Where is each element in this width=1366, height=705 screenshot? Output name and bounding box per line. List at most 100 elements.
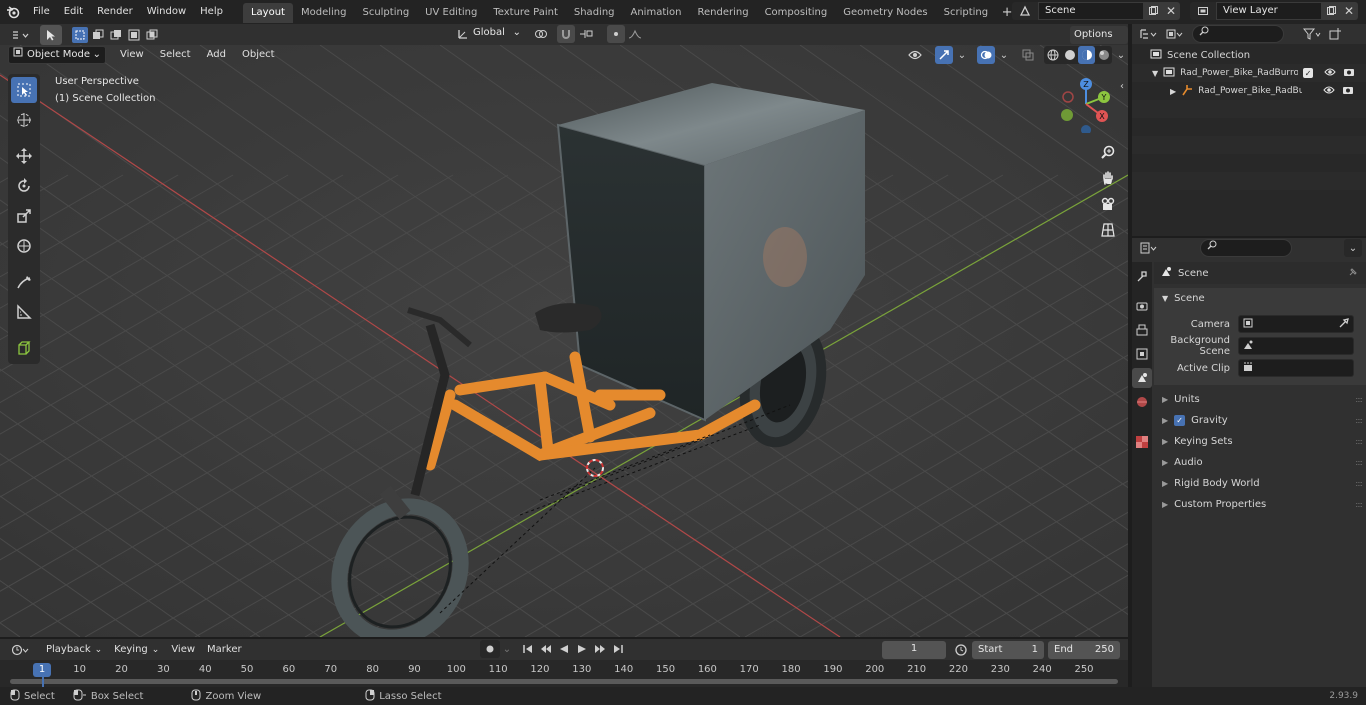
outliner-row-object[interactable]: ▶ Rad_Power_Bike_RadBu <box>1132 82 1366 100</box>
xray-toggle-icon[interactable] <box>1019 46 1037 64</box>
sidebar-toggle-icon[interactable]: ‹ <box>1117 79 1127 93</box>
scene-selector-icon[interactable] <box>1012 2 1038 20</box>
outliner-row-scene-collection[interactable]: Scene Collection <box>1132 46 1366 64</box>
eye-icon[interactable] <box>1324 68 1336 79</box>
viewport-menu-view[interactable]: View <box>112 45 152 65</box>
section-units[interactable]: ▶ Units:::: <box>1154 389 1366 410</box>
new-view-layer-icon[interactable] <box>1322 2 1340 20</box>
select-extend-icon[interactable] <box>90 27 106 43</box>
tab-layout[interactable]: Layout <box>242 3 293 23</box>
cursor-tool[interactable] <box>11 107 37 133</box>
section-rigid-body-world[interactable]: ▶ Rigid Body World:::: <box>1154 473 1366 494</box>
rendered-shading-icon[interactable] <box>1095 46 1112 64</box>
wireframe-shading-icon[interactable] <box>1044 46 1061 64</box>
prev-keyframe-icon[interactable] <box>538 640 554 658</box>
view-layer-icon[interactable] <box>1190 2 1216 20</box>
navigation-gizmo[interactable]: Z Y X <box>1058 75 1116 135</box>
jump-start-icon[interactable] <box>520 640 536 658</box>
select-intersect-icon[interactable] <box>144 27 160 43</box>
move-tool[interactable] <box>11 143 37 169</box>
add-cube-tool[interactable] <box>11 335 37 361</box>
preview-range-clock-icon[interactable] <box>952 641 970 659</box>
scene-name-field[interactable]: Scene <box>1038 2 1144 20</box>
expand-right-icon[interactable]: ▶ <box>1170 87 1176 96</box>
3d-viewport[interactable]: User Perspective (1) Scene Collection Z … <box>0 45 1128 637</box>
eyedropper-icon[interactable] <box>1339 317 1349 331</box>
expand-down-icon[interactable]: ▼ <box>1152 69 1158 78</box>
outliner-editor-icon[interactable] <box>1136 25 1162 43</box>
pivot-point-icon[interactable] <box>529 25 555 43</box>
select-invert-icon[interactable] <box>126 27 142 43</box>
tab-shading[interactable]: Shading <box>566 3 623 23</box>
snap-toggle-icon[interactable] <box>557 25 575 43</box>
camera-render-icon[interactable] <box>1342 85 1354 98</box>
timeline-menu-playback[interactable]: Playback ⌄ <box>40 640 108 660</box>
menu-file[interactable]: File <box>26 0 57 24</box>
overlays-toggle-icon[interactable] <box>977 46 995 64</box>
new-scene-icon[interactable] <box>1144 2 1162 20</box>
next-keyframe-icon[interactable] <box>592 640 608 658</box>
chevron-down-icon[interactable]: ⌄ <box>1115 46 1127 64</box>
timeline-menu-view[interactable]: View <box>165 640 201 660</box>
view-layer-tab-icon[interactable] <box>1132 344 1152 364</box>
drag-handle-icon[interactable]: :::: <box>1355 494 1363 515</box>
render-tab-icon[interactable] <box>1132 296 1152 316</box>
transform-orientation-dropdown[interactable]: Global ⌄ <box>471 25 523 43</box>
camera-render-icon[interactable] <box>1343 67 1355 80</box>
section-custom-properties[interactable]: ▶ Custom Properties:::: <box>1154 494 1366 515</box>
editor-type-icon[interactable] <box>6 26 36 44</box>
object-mode-dropdown[interactable]: Object Mode ⌄ <box>8 46 106 64</box>
properties-editor-icon[interactable] <box>1136 239 1162 257</box>
rotate-tool[interactable] <box>11 173 37 199</box>
tab-rendering[interactable]: Rendering <box>689 3 756 23</box>
select-subtract-icon[interactable] <box>108 27 124 43</box>
viewport-menu-select[interactable]: Select <box>152 45 199 65</box>
drag-handle-icon[interactable]: :::: <box>1355 410 1363 431</box>
start-frame-field[interactable]: Start 1 <box>972 641 1044 659</box>
chevron-down-icon[interactable]: ⌄ <box>500 640 514 658</box>
scale-tool[interactable] <box>11 203 37 229</box>
playhead-line[interactable] <box>42 677 44 687</box>
active-clip-field[interactable] <box>1238 359 1354 377</box>
annotate-tool[interactable] <box>11 269 37 295</box>
timeline-track[interactable]: 1 10 20 30 40 50 60 70 80 90 100 110 120 130 140 150 160… <box>0 660 1128 687</box>
outliner-row-collection[interactable]: ▼ Rad_Power_Bike_RadBurro_v ✓ <box>1132 64 1366 82</box>
drag-handle-icon[interactable]: :::: <box>1355 473 1363 494</box>
current-frame-field[interactable]: 1 <box>882 641 946 659</box>
camera-field[interactable] <box>1238 315 1354 333</box>
menu-help[interactable]: Help <box>193 0 230 24</box>
properties-search-input[interactable] <box>1200 239 1292 257</box>
material-shading-icon[interactable] <box>1078 46 1095 64</box>
menu-edit[interactable]: Edit <box>57 0 90 24</box>
world-tab-icon[interactable] <box>1132 392 1152 412</box>
zoom-view-icon[interactable] <box>1097 141 1119 163</box>
blender-logo-icon[interactable] <box>0 0 26 24</box>
pan-view-icon[interactable] <box>1097 167 1119 189</box>
timeline-menu-marker[interactable]: Marker <box>201 640 248 660</box>
tab-texture-paint[interactable]: Texture Paint <box>485 3 566 23</box>
menu-window[interactable]: Window <box>140 0 193 24</box>
section-gravity[interactable]: ▶ ✓ Gravity:::: <box>1154 410 1366 431</box>
gizmo-toggle-icon[interactable] <box>935 46 953 64</box>
section-audio[interactable]: ▶ Audio:::: <box>1154 452 1366 473</box>
camera-view-icon[interactable] <box>1097 193 1119 215</box>
chevron-down-icon[interactable]: ⌄ <box>1344 239 1362 257</box>
select-box-tool[interactable] <box>11 77 37 103</box>
display-mode-icon[interactable] <box>1162 25 1188 43</box>
play-icon[interactable] <box>574 640 590 658</box>
jump-end-icon[interactable] <box>610 640 626 658</box>
tab-compositing[interactable]: Compositing <box>757 3 836 23</box>
tab-animation[interactable]: Animation <box>623 3 690 23</box>
viewport-menu-object[interactable]: Object <box>234 45 283 65</box>
background-scene-field[interactable] <box>1238 337 1354 355</box>
drag-handle-icon[interactable]: :::: <box>1355 389 1363 410</box>
snap-target-icon[interactable] <box>575 25 597 43</box>
select-tool-toggle[interactable] <box>40 24 62 45</box>
options-dropdown[interactable]: Options ⌄ <box>1070 26 1128 58</box>
view-layer-field[interactable]: View Layer <box>1216 2 1322 20</box>
menu-render[interactable]: Render <box>90 0 140 24</box>
visibility-selectability-icon[interactable] <box>902 46 928 64</box>
timeline-scrollbar[interactable] <box>10 679 1118 684</box>
record-icon[interactable] <box>480 640 500 658</box>
falloff-icon[interactable] <box>625 25 645 43</box>
